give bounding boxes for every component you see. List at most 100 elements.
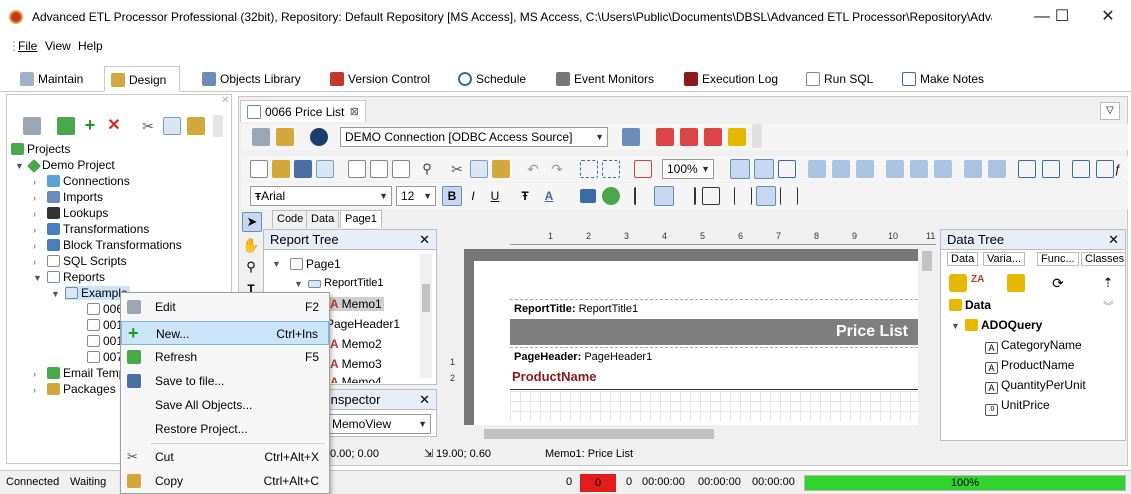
menu-help[interactable]: Help <box>78 39 103 53</box>
data-tree-root[interactable]: Data <box>949 298 991 312</box>
tree-root[interactable]: Projects <box>11 142 70 156</box>
same-width-icon[interactable] <box>1072 160 1090 178</box>
zoom-select[interactable]: 100% ▼ <box>662 159 714 179</box>
tree-packages[interactable]: Packages <box>47 382 116 396</box>
menu-item-edit[interactable]: Edit F2 <box>121 295 329 319</box>
report-tree-memo4[interactable]: A Memo4 <box>330 375 382 383</box>
panel-close-icon[interactable]: ✕ <box>221 95 229 106</box>
menu-item-save-all[interactable]: Save All Objects... <box>121 393 329 417</box>
snap-grid-icon[interactable] <box>754 159 774 179</box>
text-align-left-icon[interactable] <box>634 187 652 205</box>
rotate-icon[interactable] <box>602 187 620 205</box>
tree-report-item[interactable]: 007 <box>87 350 123 364</box>
select-all-icon[interactable] <box>634 160 652 178</box>
align-middle-icon[interactable] <box>910 160 928 178</box>
tree-sql-scripts[interactable]: SQL Scripts <box>47 254 127 268</box>
close-tab-icon[interactable]: ⊠ <box>350 101 359 123</box>
undo-icon[interactable]: ↶ <box>524 160 542 178</box>
price-list-memo[interactable]: Price List <box>510 319 918 345</box>
tab-version-control[interactable]: Version Control <box>324 66 436 92</box>
close-icon[interactable]: ✕ <box>419 390 430 410</box>
report-tree-scrollbar[interactable] <box>420 254 432 378</box>
valign-center-icon[interactable] <box>756 186 776 206</box>
menu-view[interactable]: View <box>45 39 71 53</box>
report-options-icon[interactable] <box>276 128 294 146</box>
open-icon[interactable] <box>272 160 290 178</box>
collapse-arrow-icon[interactable]: ▼ <box>272 259 281 269</box>
refresh-icon[interactable]: ⟳ <box>1049 274 1067 292</box>
tab-run-sql[interactable]: Run SQL <box>800 66 879 92</box>
expand-arrow-icon[interactable]: › <box>33 177 36 187</box>
same-height-icon[interactable] <box>1096 160 1114 178</box>
paste-icon[interactable] <box>187 117 205 135</box>
menu-item-copy[interactable]: Copy Ctrl+Alt+C <box>121 469 329 493</box>
bold-button[interactable]: B <box>442 186 462 206</box>
text-justify-icon[interactable] <box>702 187 720 205</box>
scrollbar-thumb[interactable] <box>922 251 932 271</box>
report-tree-memo3[interactable]: A Memo3 <box>330 357 382 371</box>
font-name-select[interactable]: ŦArial ▼ <box>250 186 392 206</box>
new-page-icon[interactable] <box>348 160 366 178</box>
font-size-select[interactable]: 12 ▼ <box>396 186 436 206</box>
toolbar-overflow[interactable] <box>752 124 762 148</box>
highlight-icon[interactable] <box>580 189 596 203</box>
sort-icon[interactable]: ZA <box>971 274 989 292</box>
new-icon[interactable] <box>250 160 268 178</box>
refresh-icon[interactable] <box>57 117 75 135</box>
tree-report-item[interactable]: 006 <box>87 302 123 316</box>
document-tab[interactable]: 0066 Price List ⊠ <box>240 100 366 122</box>
report-tree-memo1[interactable]: A Memo1 <box>330 297 384 311</box>
tree-connections[interactable]: Connections <box>47 174 130 188</box>
expand-arrow-icon[interactable]: › <box>33 257 36 267</box>
ungroup-icon[interactable] <box>602 160 620 178</box>
hand-icon[interactable]: ✋ <box>242 236 260 254</box>
zoom-icon[interactable]: ⚲ <box>242 258 260 276</box>
tab-code[interactable]: Code <box>272 210 309 228</box>
menu-item-new[interactable]: + New... Ctrl+Ins <box>121 321 329 345</box>
page-settings-icon[interactable] <box>252 128 270 146</box>
tree-transformations[interactable]: Transformations <box>47 222 149 236</box>
menu-item-cut[interactable]: ✂ Cut Ctrl+Alt+X <box>121 445 329 469</box>
report-tree-reporttitle[interactable]: ReportTitle1 <box>308 277 384 289</box>
tree-email-templates[interactable]: Email Temp <box>47 366 125 380</box>
tab-data-tree-data[interactable]: Data <box>947 252 979 266</box>
lock-icon[interactable] <box>728 128 746 146</box>
space-horizontal-icon[interactable] <box>964 160 982 178</box>
tree-block-transformations[interactable]: Block Transformations <box>47 238 182 252</box>
tab-objects-library[interactable]: Objects Library <box>196 66 307 92</box>
center-horizontal-icon[interactable] <box>1018 160 1036 178</box>
collapse-arrow-icon[interactable]: ▼ <box>33 273 42 283</box>
menu-item-refresh[interactable]: Refresh F5 <box>121 345 329 369</box>
menu-item-restore-project[interactable]: Restore Project... <box>121 417 329 441</box>
tree-report-item[interactable]: 001 <box>87 318 123 332</box>
preview-icon[interactable] <box>316 160 334 178</box>
align-top-icon[interactable] <box>886 160 904 178</box>
save-icon[interactable] <box>294 160 312 178</box>
report-title-band-header[interactable]: ReportTitle: ReportTitle1 <box>510 299 918 317</box>
scrollbar-thumb[interactable] <box>422 284 430 312</box>
collapse-arrow-icon[interactable]: ▼ <box>51 289 60 299</box>
align-left-icon[interactable] <box>808 160 826 178</box>
group-icon[interactable] <box>580 160 598 178</box>
collapse-all-icon[interactable]: ︾ <box>1103 298 1114 314</box>
text-align-right-icon[interactable] <box>678 187 696 205</box>
toolbar-overflow[interactable] <box>213 115 223 137</box>
tab-data-tree-variables[interactable]: Varia... <box>983 252 1026 266</box>
add-icon[interactable]: + <box>81 116 99 135</box>
tab-maintain[interactable]: Maintain <box>14 66 89 92</box>
tree-imports[interactable]: Imports <box>47 190 103 204</box>
design-vscrollbar[interactable] <box>920 249 934 425</box>
database-icon[interactable] <box>310 128 328 146</box>
text-align-center-icon[interactable] <box>654 186 674 206</box>
tab-execution-log[interactable]: Execution Log <box>678 66 784 92</box>
align-center-icon[interactable] <box>832 160 850 178</box>
dataset-icon[interactable] <box>1007 274 1025 292</box>
data-tree-field[interactable]: A CategoryName <box>985 338 1082 354</box>
sort-asc-icon[interactable]: ⇡ <box>1099 274 1117 292</box>
tab-data[interactable]: Data <box>306 210 340 228</box>
close-button[interactable]: ✕ <box>1088 4 1128 30</box>
grid-icon[interactable] <box>730 159 750 179</box>
calendar-icon[interactable] <box>656 128 674 146</box>
maximize-button[interactable]: ☐ <box>1042 4 1082 30</box>
database-icon[interactable] <box>949 274 967 292</box>
